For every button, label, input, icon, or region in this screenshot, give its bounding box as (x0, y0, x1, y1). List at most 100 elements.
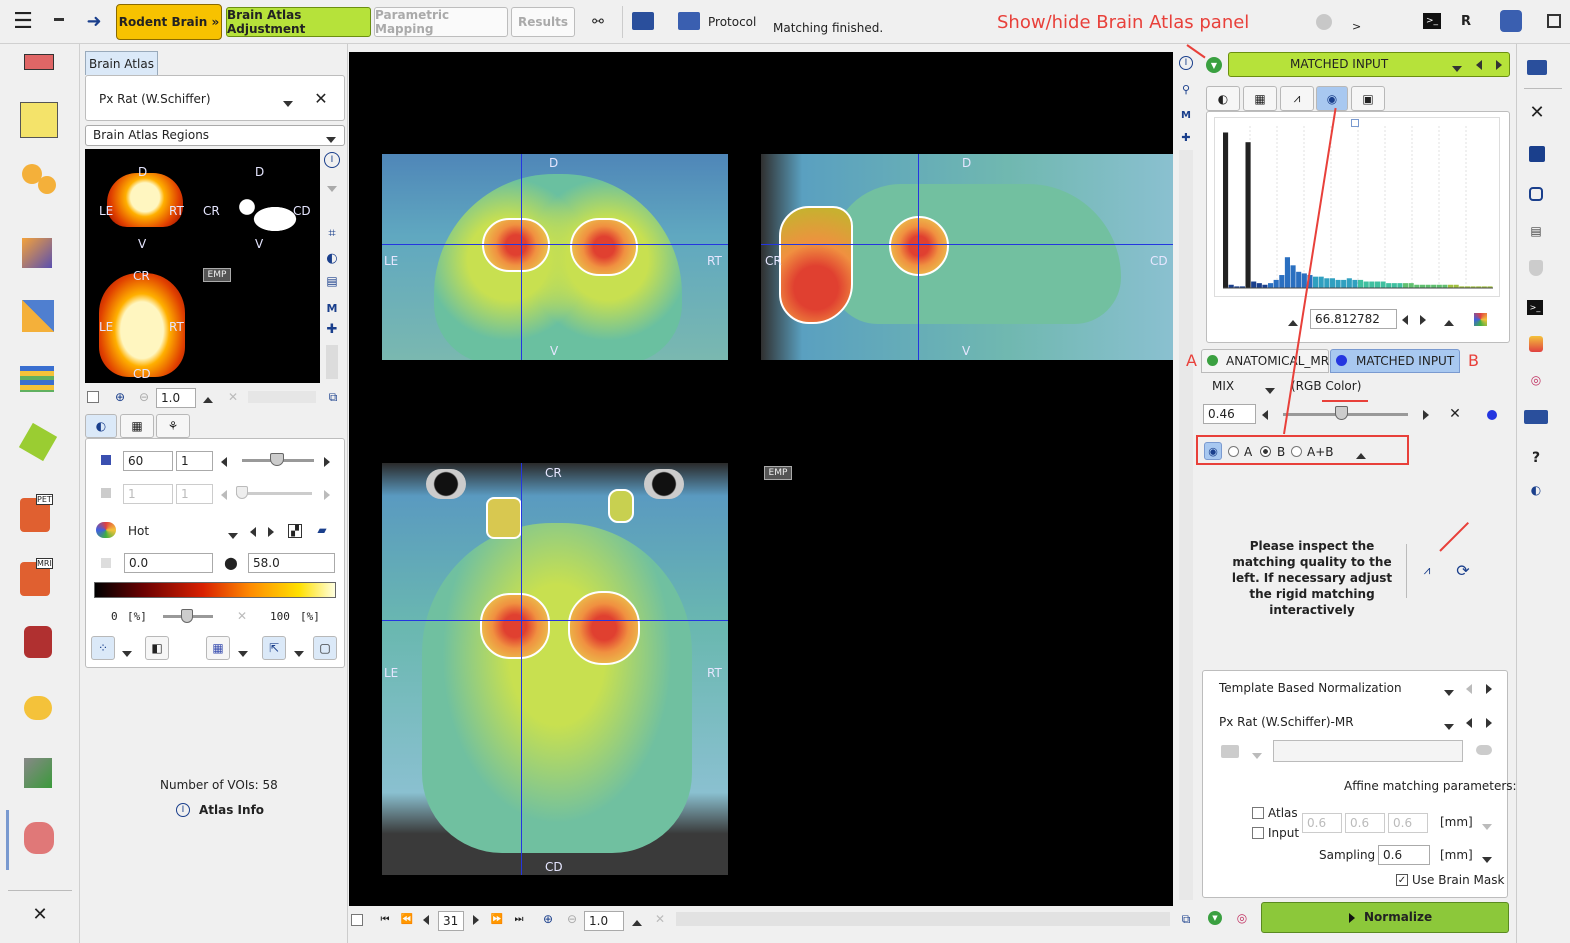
display-tab-contrast[interactable]: ◐ (85, 414, 117, 438)
close-icon[interactable]: ✕ (30, 904, 50, 925)
display-tab-tools[interactable]: ⚘ (156, 414, 190, 438)
grid-dropdown-icon[interactable] (238, 646, 248, 660)
secondary-step-input[interactable]: 1 (176, 484, 213, 504)
colormap-edit-icon[interactable]: ▰ (314, 522, 330, 538)
region-select-arrow-icon[interactable] (326, 132, 336, 146)
fast-back-icon[interactable]: ⏪ (400, 911, 414, 927)
preview-zoom-up-icon[interactable] (203, 392, 213, 406)
preview-zoom-input[interactable]: 1.0 (156, 388, 196, 408)
outline-button[interactable]: ▢ (313, 636, 337, 660)
histogram-chart[interactable] (1214, 117, 1500, 297)
right-tab-histogram[interactable]: ⩘ (1280, 86, 1314, 111)
matched-input-next-icon[interactable] (1496, 59, 1502, 73)
secondary-right-icon[interactable] (324, 489, 330, 503)
viewer-m-icon[interactable]: M (1179, 108, 1193, 122)
kinetic-model-icon[interactable] (16, 98, 62, 142)
viewer-zoom-up-icon[interactable] (632, 915, 642, 929)
brain-atlas-adjustment-tab[interactable]: Brain Atlas Adjustment (226, 7, 371, 37)
workspace-icon[interactable] (632, 12, 654, 30)
colormap-dropdown-icon[interactable] (228, 528, 238, 542)
brain-chart-icon[interactable] (16, 752, 62, 796)
folder-dropdown-icon[interactable] (1252, 748, 1262, 762)
folder-icon[interactable] (1221, 745, 1239, 758)
palette-icon[interactable] (96, 522, 116, 538)
scale-reset-icon[interactable]: ✕ (234, 608, 250, 624)
scale-slider-thumb[interactable] (181, 609, 193, 623)
input-checkbox[interactable] (1252, 827, 1264, 839)
settings-icon[interactable] (1500, 10, 1522, 32)
radio-b[interactable] (1260, 446, 1271, 457)
colorbar[interactable] (94, 582, 336, 598)
threshold-input[interactable]: 66.812782 (1310, 309, 1397, 329)
viewer-checkbox[interactable] (351, 914, 363, 926)
fusion-icon[interactable] (16, 232, 62, 276)
protocol-icon[interactable] (678, 12, 700, 30)
colormap-grid-icon[interactable]: ▞ (288, 524, 302, 538)
mix-value-input[interactable]: 0.46 (1203, 404, 1256, 424)
threshold-up-icon[interactable] (1288, 315, 1298, 329)
affine-y-input[interactable]: 0.6 (1345, 813, 1385, 833)
open-folder-icon[interactable] (1527, 60, 1547, 75)
histogram-marker[interactable] (1351, 119, 1359, 127)
sampling-input[interactable]: 0.6 (1378, 845, 1430, 865)
transport-icon[interactable] (1524, 410, 1548, 424)
bottom-target-icon[interactable]: ◎ (1234, 910, 1250, 926)
rodent-brain-button[interactable]: Rodent Brain » (116, 4, 222, 40)
viewer-zoom-in-icon[interactable]: ⊕ (540, 911, 556, 927)
preview-checkbox[interactable] (87, 391, 99, 403)
transform-dropdown-icon[interactable] (294, 646, 304, 660)
matched-input-prev-icon[interactable] (1476, 59, 1482, 73)
norm-template-dropdown-icon[interactable] (1444, 719, 1454, 733)
segment-icon[interactable] (1529, 336, 1543, 352)
link-icon[interactable]: ⚯ (586, 12, 610, 32)
more-options-icon[interactable] (1476, 745, 1492, 755)
region-icon[interactable] (1529, 187, 1543, 201)
model-3d-icon[interactable] (16, 420, 62, 464)
secondary-slider-thumb[interactable] (236, 486, 248, 499)
fast-forward-icon[interactable]: ⏩ (490, 911, 504, 927)
affine-x-input[interactable]: 0.6 (1302, 813, 1342, 833)
blink-icon[interactable]: ◉ (1204, 442, 1222, 460)
atlas-preview[interactable]: D V LE RT D V CR CD CR CD LE RT EMP (85, 149, 320, 383)
preview-fit-icon[interactable]: ⌗ (324, 225, 340, 241)
viewer-zoom-input[interactable]: 1.0 (584, 911, 624, 931)
right-tab-contrast[interactable]: ◐ (1206, 86, 1240, 111)
shield-icon[interactable] (1529, 260, 1543, 276)
console-icon[interactable]: >_ (1527, 300, 1543, 315)
opacity-step-input[interactable]: 1 (176, 451, 213, 471)
affine-dropdown-icon[interactable] (1482, 819, 1492, 833)
norm-template-prev-icon[interactable] (1466, 717, 1472, 731)
atlas-remove-icon[interactable]: ✕ (312, 89, 330, 108)
last-slice-icon[interactable]: ⏭ (512, 911, 526, 927)
threshold-up2-icon[interactable] (1444, 315, 1454, 329)
grid-button[interactable]: ▦ (206, 636, 230, 660)
manual-matching-icon[interactable]: ⩘ (1418, 561, 1436, 579)
secondary-left-icon[interactable] (221, 489, 227, 503)
viewer-reset-icon[interactable]: ✕ (652, 911, 668, 927)
secondary-value-input[interactable]: 1 (123, 484, 173, 504)
save-icon[interactable] (1529, 146, 1545, 162)
preview-slider-track[interactable] (248, 391, 316, 403)
norm-method-next-icon[interactable] (1486, 683, 1492, 697)
contrast-icon[interactable]: ◐ (1528, 482, 1544, 498)
axial-view[interactable] (382, 463, 728, 875)
sagittal-view[interactable] (761, 154, 1173, 360)
matched-input-dropdown-icon[interactable] (1452, 61, 1462, 75)
opacity-left-icon[interactable] (221, 456, 227, 470)
preview-reset-icon[interactable]: ✕ (225, 389, 241, 405)
radio-ab[interactable] (1291, 446, 1302, 457)
viewer-side-scrollbar[interactable] (1179, 150, 1193, 900)
input-module-icon[interactable] (16, 46, 62, 78)
threshold-icon[interactable]: ⬤ (223, 554, 239, 572)
preview-print-icon[interactable]: ▤ (324, 273, 340, 289)
viewer-info-icon[interactable]: I (1179, 56, 1193, 70)
display-tab-layout[interactable]: ▦ (120, 414, 154, 438)
help-icon[interactable]: ? (1528, 449, 1544, 467)
min-value-input[interactable]: 0.0 (124, 553, 213, 573)
color-map-icon[interactable] (1474, 313, 1487, 326)
norm-template[interactable]: Px Rat (W.Schiffer)-MR (1219, 715, 1354, 729)
mix-prev-icon[interactable] (1262, 409, 1268, 423)
segmentation-icon[interactable] (16, 294, 62, 338)
mix-reset-icon[interactable]: ✕ (1447, 406, 1463, 422)
heart-icon[interactable] (16, 620, 62, 664)
